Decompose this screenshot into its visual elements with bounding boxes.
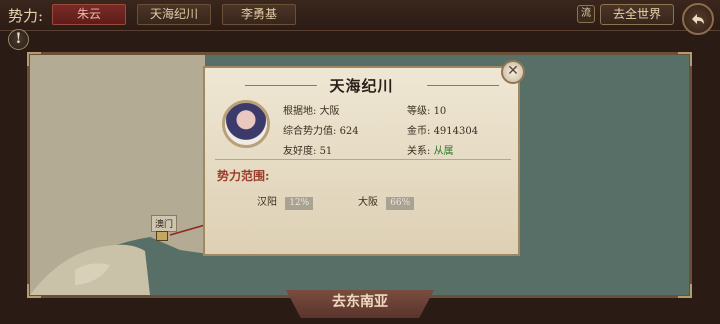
- gold-label: 金币:: [407, 126, 431, 137]
- city-marker-icon[interactable]: [156, 231, 168, 241]
- friendship-label: 友好度:: [283, 146, 317, 157]
- avatar: [222, 100, 270, 148]
- back-button[interactable]: [682, 3, 714, 35]
- go-southeast-asia-button[interactable]: 去东南亚: [286, 290, 434, 318]
- power-label: 综合势力值:: [283, 126, 337, 137]
- relation-row: 关系: 从属: [407, 142, 454, 157]
- tab-faction-tianhai[interactable]: 天海纪川: [137, 4, 211, 25]
- city-label-macau[interactable]: 澳门: [151, 215, 178, 232]
- relation-value: 从属: [433, 146, 454, 157]
- relation-label: 关系:: [407, 146, 431, 157]
- level-label: 等级:: [407, 106, 431, 117]
- liu-button[interactable]: 流: [577, 5, 595, 23]
- range-item-hanyang: 汉阳 12%: [257, 193, 314, 210]
- level-value: 10: [433, 106, 447, 117]
- range-percent: 12%: [285, 197, 314, 210]
- tab-faction-liyongji[interactable]: 李勇基: [222, 4, 296, 25]
- range-city: 汉阳: [257, 197, 277, 208]
- range-item-osaka: 大阪 66%: [358, 193, 415, 210]
- faction-info-popup: 天海纪川 ✕ 根据地: 大阪 等级: 10 综合势力值: 624 金币: 491…: [203, 60, 525, 256]
- gold-value: 4914304: [433, 126, 479, 137]
- range-city: 大阪: [358, 197, 378, 208]
- top-bar: 势力: 朱云 天海纪川 李勇基 流 去全世界: [0, 0, 720, 35]
- power-row: 综合势力值: 624: [283, 122, 359, 137]
- go-world-button[interactable]: 去全世界: [600, 4, 674, 25]
- alert-icon[interactable]: !: [8, 29, 29, 50]
- gold-row: 金币: 4914304: [407, 122, 478, 137]
- power-value: 624: [339, 126, 359, 137]
- divider: [215, 159, 511, 160]
- range-percent: 66%: [386, 197, 415, 210]
- back-arrow-icon: [692, 14, 704, 24]
- base-label: 根据地:: [283, 106, 317, 117]
- close-button[interactable]: ✕: [501, 60, 525, 84]
- friendship-row: 友好度: 51: [283, 142, 332, 157]
- range-title: 势力范围:: [217, 169, 270, 183]
- friendship-value: 51: [319, 146, 333, 157]
- base-value: 大阪: [319, 106, 340, 117]
- base-row: 根据地: 大阪: [283, 102, 340, 117]
- title-rule-right: [427, 85, 499, 86]
- tab-faction-zhuyun[interactable]: 朱云: [52, 4, 126, 25]
- level-row: 等级: 10: [407, 102, 446, 117]
- faction-label: 势力:: [8, 7, 44, 25]
